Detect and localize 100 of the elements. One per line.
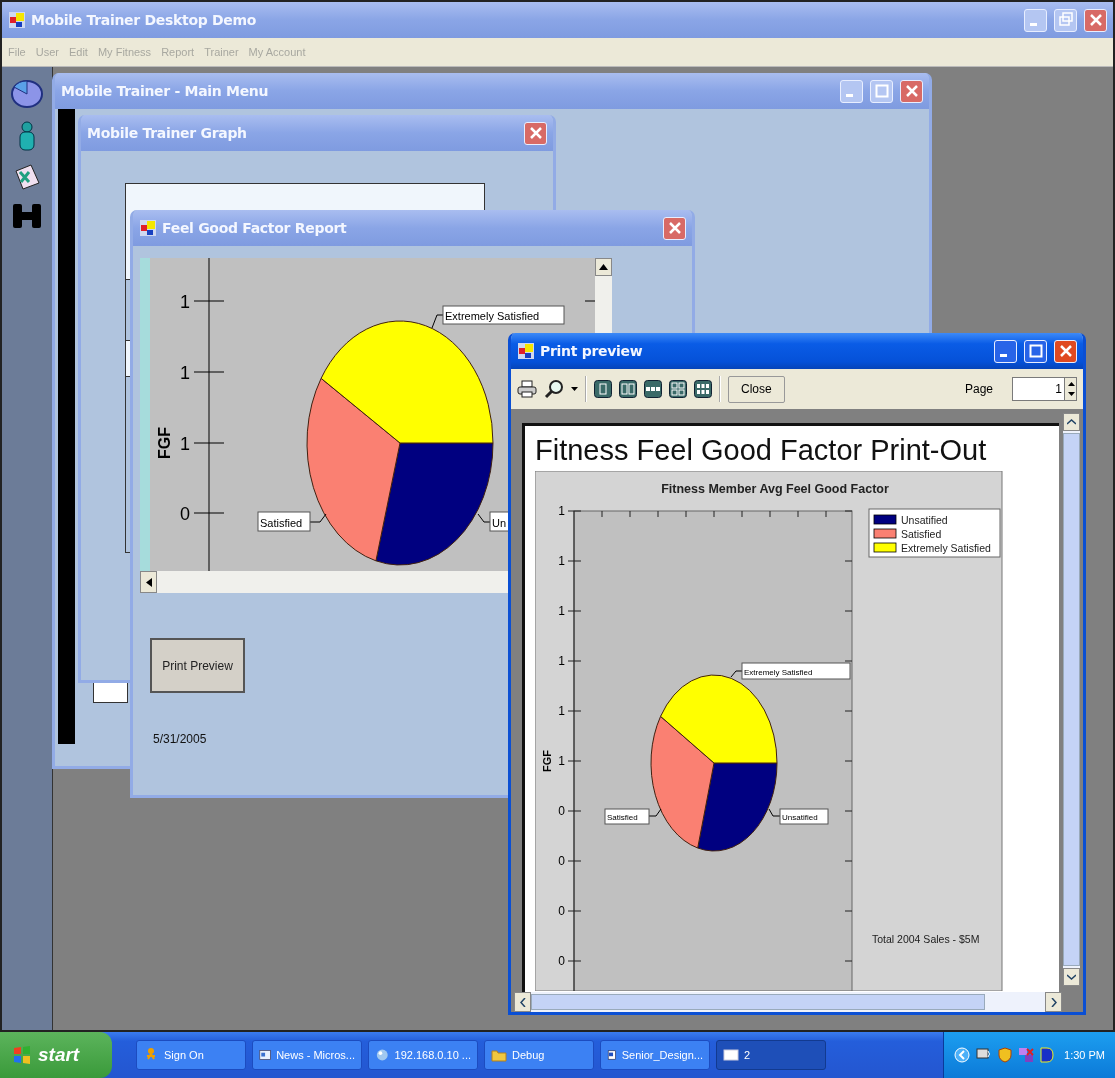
slice-label: Unsatified xyxy=(782,813,818,822)
legend-label: Unsatified xyxy=(901,514,948,526)
maximize-button[interactable] xyxy=(1024,339,1047,363)
window-title: Mobile Trainer - Main Menu xyxy=(61,83,269,99)
globe-icon xyxy=(375,1047,390,1063)
start-button[interactable]: start xyxy=(0,1032,112,1078)
page-layout-icon[interactable] xyxy=(594,380,612,398)
document-title: Fitness Feel Good Factor Print-Out xyxy=(535,434,988,467)
tick-label: 0 xyxy=(558,904,565,918)
slice-label: Extremely Satisfied xyxy=(744,668,813,677)
dumbbell-icon[interactable] xyxy=(12,203,42,229)
folder-icon xyxy=(491,1047,507,1063)
tick-label: 0 xyxy=(180,504,190,524)
menu-item[interactable]: My Fitness xyxy=(97,46,152,58)
leader-line xyxy=(648,808,662,817)
minimize-icon xyxy=(1029,23,1037,26)
menu-item[interactable]: Edit xyxy=(68,46,88,58)
printer-icon[interactable] xyxy=(517,380,537,398)
app-icon xyxy=(517,342,535,360)
page-label: Page xyxy=(964,382,993,396)
tick-label: 1 xyxy=(558,554,565,568)
tick-label: 0 xyxy=(558,954,565,968)
clock: 1:30 PM xyxy=(1064,1049,1105,1061)
app-icon xyxy=(8,11,26,29)
slice-label: Un xyxy=(492,517,507,529)
arrow-left-icon xyxy=(145,577,152,587)
document-icon xyxy=(607,1047,617,1063)
person-icon[interactable] xyxy=(17,121,37,151)
close-button[interactable]: Close xyxy=(728,375,785,403)
scroll-left-button[interactable] xyxy=(514,992,531,1012)
page-field[interactable]: 1 xyxy=(1012,377,1064,401)
tick-label: 1 xyxy=(180,434,190,454)
page-layout-icon[interactable] xyxy=(644,380,662,398)
scrollbar[interactable] xyxy=(1063,413,1080,986)
tick-label: 1 xyxy=(180,292,190,312)
caret-icon[interactable] xyxy=(571,387,578,391)
drawing-icon[interactable] xyxy=(13,163,41,191)
taskbar-button[interactable]: Senior_Design... xyxy=(600,1040,710,1070)
menu-item[interactable]: Trainer xyxy=(204,46,239,58)
scroll-right-button[interactable] xyxy=(1045,992,1062,1012)
leader-line xyxy=(431,314,444,329)
chevron-right-icon xyxy=(1050,997,1057,1007)
close-button[interactable] xyxy=(524,121,547,145)
shield-icon[interactable] xyxy=(998,1047,1013,1063)
page-layout-icon[interactable] xyxy=(619,380,637,398)
minimize-button[interactable] xyxy=(994,339,1017,363)
legend-label: Extremely Satisfied xyxy=(901,542,991,554)
menu-item[interactable]: User xyxy=(35,46,59,58)
scroll-up-button[interactable] xyxy=(595,258,612,276)
axis-title: FGF xyxy=(156,427,173,459)
scroll-down-button[interactable] xyxy=(1063,968,1080,986)
taskbar-button[interactable]: 2 xyxy=(716,1040,826,1070)
axis-title: FGF xyxy=(541,750,553,772)
label-background xyxy=(604,808,650,825)
print-preview-button[interactable]: Print Preview xyxy=(150,638,245,693)
page-layout-icon[interactable] xyxy=(669,380,687,398)
close-button[interactable] xyxy=(663,216,686,240)
taskbar-button[interactable]: News - Micros... xyxy=(252,1040,362,1070)
taskbar-button[interactable]: Debug xyxy=(484,1040,594,1070)
tick-label: 1 xyxy=(558,604,565,618)
slice-label: Satisfied xyxy=(607,813,638,822)
date-label: 5/31/2005 xyxy=(153,732,207,746)
flag-icon xyxy=(12,1045,32,1065)
zoom-icon[interactable] xyxy=(544,379,564,399)
chevron-icon[interactable] xyxy=(954,1047,971,1063)
menu-item[interactable]: Report xyxy=(161,46,195,58)
scroll-up-button[interactable] xyxy=(1063,413,1080,431)
legend-label: Satisfied xyxy=(901,528,942,540)
window-icon xyxy=(723,1047,739,1063)
scrollbar[interactable] xyxy=(514,992,1062,1012)
tick-label: 1 xyxy=(558,704,565,718)
window-title: Feel Good Factor Report xyxy=(162,220,347,236)
scroll-left-button[interactable] xyxy=(140,571,157,593)
tick-label: 0 xyxy=(558,854,565,868)
tick-label: 1 xyxy=(558,654,565,668)
close-button[interactable] xyxy=(1054,339,1077,363)
slice-label: Extremely Satisfied xyxy=(445,310,540,322)
window-icon xyxy=(259,1047,272,1063)
minimize-icon xyxy=(845,94,853,97)
chevron-up-icon xyxy=(1067,419,1076,425)
tick-label: 1 xyxy=(558,754,565,768)
slice-label: Satisfied xyxy=(260,517,303,529)
minimize-icon xyxy=(999,354,1007,357)
leader-line xyxy=(768,808,781,817)
tray-icon[interactable] xyxy=(1040,1047,1055,1063)
taskbar-button[interactable]: Sign On xyxy=(136,1040,246,1070)
close-button[interactable] xyxy=(900,79,923,103)
menu-item[interactable]: File xyxy=(8,46,26,58)
close-button[interactable] xyxy=(1084,8,1107,32)
page-layout-icon[interactable] xyxy=(694,380,712,398)
tick-label: 1 xyxy=(180,363,190,383)
window-title: Mobile Trainer Graph xyxy=(87,125,247,141)
leader-line xyxy=(477,513,491,523)
app-icon xyxy=(139,219,157,237)
menu-item[interactable]: My Account xyxy=(248,46,306,58)
leader-line xyxy=(730,670,743,678)
label-background xyxy=(257,511,311,532)
chevron-left-icon xyxy=(519,997,526,1007)
chart-footer: Total 2004 Sales - $5M xyxy=(872,933,980,945)
taskbar-button[interactable]: 192.168.0.10 ... xyxy=(368,1040,478,1070)
